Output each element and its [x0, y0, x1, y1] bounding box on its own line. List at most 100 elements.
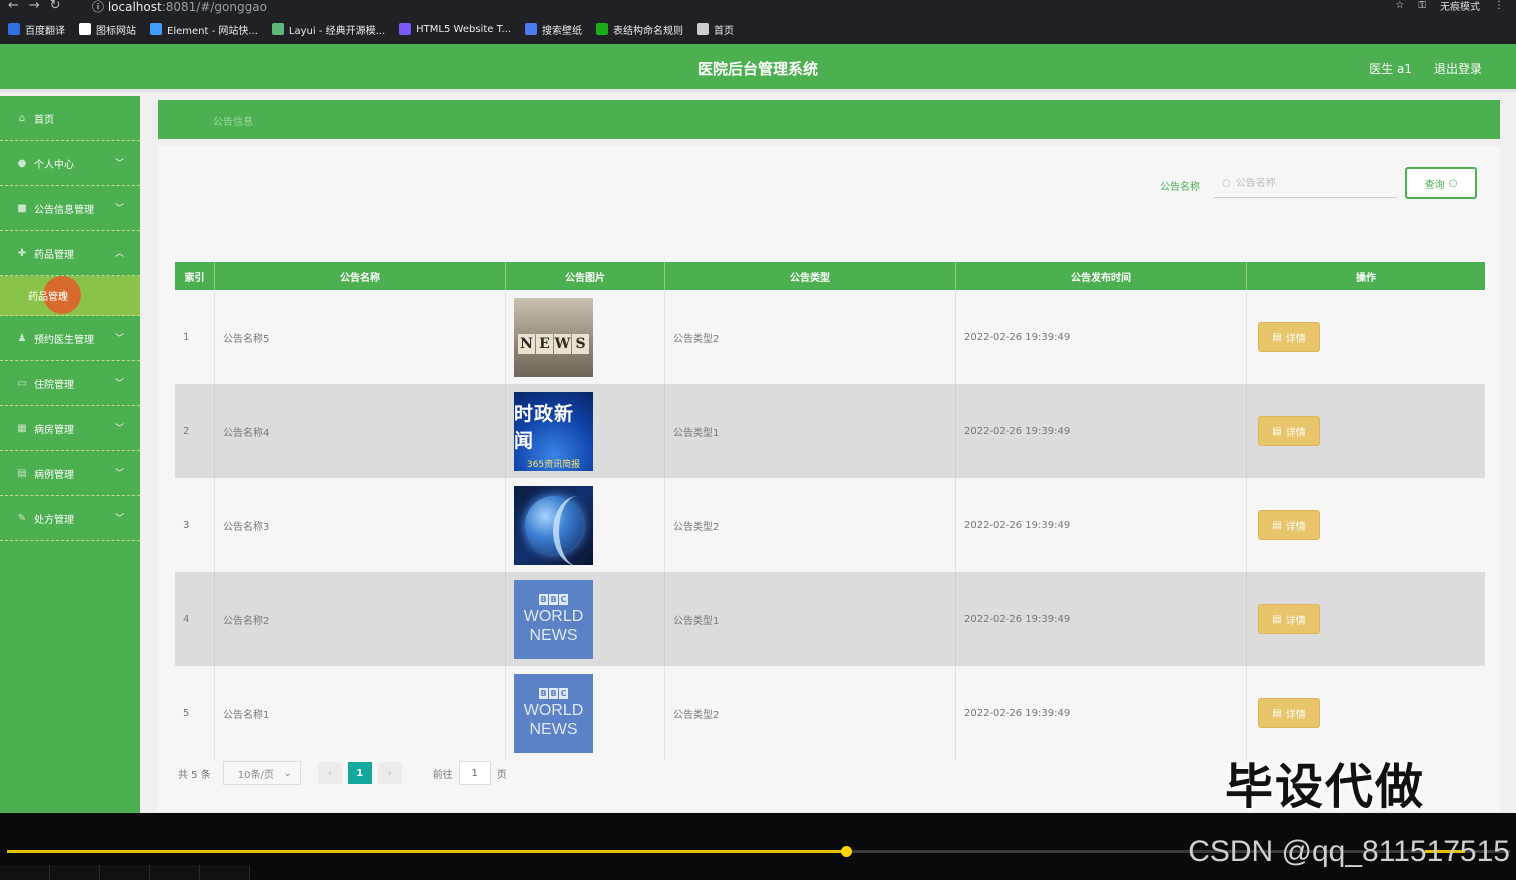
page-size-value: 10条/页 [237, 769, 274, 781]
sidebar-item[interactable]: ♟ 预约医生管理 ﹀ [0, 316, 140, 361]
next-page-button[interactable]: › [377, 762, 402, 784]
doctor-icon: ♟ [17, 332, 27, 344]
search-input[interactable] [1235, 178, 1386, 189]
sidebar-item[interactable]: ✚ 药品管理 ︿ [0, 231, 140, 276]
bbc-letter: B [549, 687, 558, 699]
sidebar-item[interactable]: ▤ 病例管理 ﹀ [0, 451, 140, 496]
chevron-down-icon: ⌄ [283, 767, 292, 779]
sidebar-item[interactable]: ▭ 住院管理 ﹀ [0, 361, 140, 406]
star-icon[interactable]: ☆ [1395, 0, 1404, 11]
bbc-letter: B [539, 687, 548, 699]
sidebar-item[interactable]: ■ 公告信息管理 ﹀ [0, 186, 140, 231]
sidebar-item-label: 预约医生管理 [34, 334, 94, 346]
bookmark-item[interactable]: 图标网站 [79, 22, 136, 37]
progress-knob[interactable] [841, 846, 852, 857]
sidebar-item-label: 公告信息管理 [34, 204, 94, 216]
key-icon[interactable]: ⚿ [1418, 0, 1426, 11]
breadcrumb-text[interactable]: 公告信息 [213, 113, 253, 128]
incognito-label[interactable]: 无痕模式 [1440, 0, 1480, 13]
notice-image[interactable]: B B C WORLD NEWS [514, 673, 593, 753]
menu-icon[interactable]: ⋮ [1494, 0, 1504, 11]
sidebar-item[interactable]: ▦ 病房管理 ﹀ [0, 406, 140, 451]
row-image-cell [506, 478, 665, 572]
column-header: 操作 [1356, 272, 1376, 284]
detail-button[interactable]: ▤ 详情 [1258, 604, 1320, 634]
bbc-logo: BBC [539, 687, 568, 699]
notice-image[interactable]: 时政新闻 365资讯简报 [514, 391, 593, 471]
sidebar-item[interactable]: ⌂ 首页 [0, 96, 140, 141]
prev-page-button[interactable]: ‹ [317, 762, 342, 784]
sidebar-item-label: 首页 [34, 114, 54, 126]
detail-button[interactable]: ▤ 详情 [1258, 698, 1320, 728]
bookmark-icon [271, 23, 284, 35]
player-control[interactable] [150, 865, 200, 880]
detail-button[interactable]: ▤ 详情 [1258, 510, 1320, 540]
logout-button[interactable]: 退出登录 [1434, 60, 1482, 77]
table-body: 1 公告名称5 N E W S 公告类型2 2022-02-26 19:39:49 ▤ 详情 2 公告… [175, 290, 1485, 760]
bookmark-label: 表结构命名规则 [613, 25, 684, 37]
notice-image[interactable]: NEWS [514, 297, 593, 377]
top-header: 医院后台管理系统 医生 a1 退出登录 [0, 44, 1516, 92]
detail-button-label: 详情 [1285, 615, 1306, 627]
chevron-down-icon: ﹀ [114, 159, 124, 169]
column-header: 公告类型 [665, 262, 956, 290]
notice-image[interactable] [514, 485, 593, 565]
row-type: 公告类型1 [665, 572, 956, 666]
browser-address-bar: ←→↻ ⓘ localhost:8081/#/gonggao ☆ ⚿ 无痕模式 … [0, 0, 1516, 14]
url-field[interactable]: ⓘ localhost:8081/#/gonggao [92, 0, 267, 15]
system-title: 医院后台管理系统 [697, 60, 818, 78]
sidebar-subitem[interactable]: 药品管理 ☝ [0, 276, 140, 316]
bookmark-icon [399, 23, 412, 35]
detail-button-label: 详情 [1285, 427, 1306, 439]
search-field[interactable]: ○ [1214, 170, 1397, 198]
current-user: 医生 a1 [1369, 62, 1412, 76]
bookmark-item[interactable]: 表结构命名规则 [596, 22, 683, 37]
row-time: 2022-02-26 19:39:49 [956, 478, 1247, 572]
sidebar-item[interactable]: ● 个人中心 ﹀ [0, 141, 140, 186]
sidebar-item-label: 处方管理 [34, 514, 74, 526]
detail-button[interactable]: ▤ 详情 [1258, 322, 1320, 352]
row-time: 2022-02-26 19:39:49 [956, 384, 1247, 478]
player-control[interactable] [100, 865, 150, 880]
prescription-icon: ✎ [17, 512, 27, 524]
bookmark-item[interactable]: HTML5 Website T... [399, 23, 511, 35]
bookmark-label: 图标网站 [96, 25, 136, 37]
document-icon: ▤ [1272, 519, 1282, 531]
chevron-down-icon: ﹀ [114, 514, 124, 524]
main-content: 公告信息 公告名称 ○ 查询 ○ 索引公告名称公告图片公告类型公告发布时间操作 … [140, 96, 1516, 813]
sidebar-item-label: 个人中心 [34, 159, 74, 171]
news-letter: S [572, 334, 589, 354]
player-control[interactable] [50, 865, 100, 880]
bookmark-item[interactable]: Layui - 经典开源模... [271, 22, 385, 37]
row-name: 公告名称3 [215, 478, 506, 572]
search-icon: ○ [1448, 177, 1458, 189]
bookmark-item[interactable]: 首页 [697, 22, 734, 37]
news-letters: NEWS [518, 334, 589, 354]
bookmark-item[interactable]: Element - 网站快... [150, 22, 258, 37]
query-button[interactable]: 查询 ○ [1405, 167, 1477, 199]
row-name: 公告名称1 [215, 666, 506, 760]
image-caption: NEWS [529, 720, 578, 738]
bookmark-icon [697, 23, 710, 35]
bookmarks-bar: 百度翻译 图标网站 Element - 网站快... Layui - 经典开源模...… [0, 14, 1516, 44]
notice-image[interactable]: B B C WORLD NEWS [514, 579, 593, 659]
bookmark-label: HTML5 Website T... [416, 23, 512, 35]
browser-nav-icons[interactable]: ←→↻ [8, 0, 71, 13]
row-type: 公告类型2 [665, 290, 956, 384]
sidebar-item-label: 病房管理 [34, 424, 74, 436]
detail-button[interactable]: ▤ 详情 [1258, 416, 1320, 446]
goto-page-input[interactable] [458, 761, 491, 785]
column-header: 公告名称 [215, 262, 506, 290]
app: 医院后台管理系统 医生 a1 退出登录 ⌂ 首页 ● 个人中心 ﹀ ■ 公告信息管理 ﹀ ✚ 药品… [0, 44, 1516, 815]
player-control[interactable] [200, 865, 250, 880]
bookmark-item[interactable]: 百度翻译 [8, 22, 65, 37]
page-number-current[interactable]: 1 [347, 762, 372, 784]
player-control[interactable] [0, 865, 50, 880]
bookmark-item[interactable]: 搜索壁纸 [525, 22, 582, 37]
bookmark-label: 百度翻译 [25, 25, 65, 37]
pagination: 共 5 条 10条/页 ⌄ ‹ 1 › 前往 页 [178, 761, 507, 785]
sidebar-item[interactable]: ✎ 处方管理 ﹀ [0, 496, 140, 541]
page-size-select[interactable]: 10条/页 ⌄ [222, 761, 301, 785]
row-actions: ▤ 详情 [1247, 666, 1485, 760]
row-type: 公告类型2 [665, 478, 956, 572]
